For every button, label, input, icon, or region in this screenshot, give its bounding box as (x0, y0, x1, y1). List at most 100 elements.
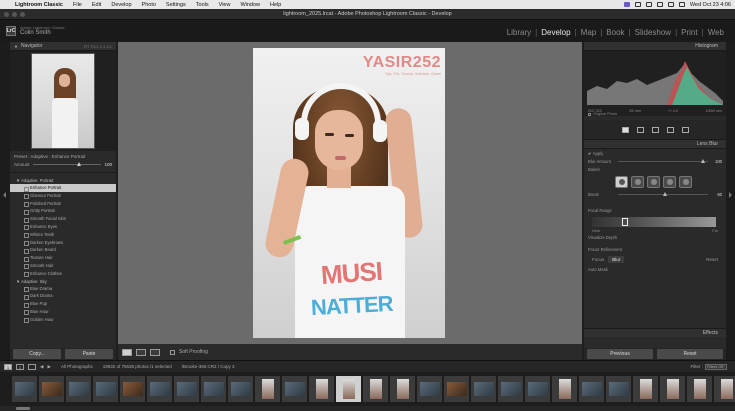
filmstrip-thumbnail[interactable] (93, 376, 118, 402)
edit-sliders-icon[interactable] (621, 126, 629, 133)
filmstrip-thumbnail[interactable] (471, 376, 496, 402)
menu-settings[interactable]: Settings (161, 2, 191, 8)
filmstrip-thumbnail[interactable] (120, 376, 145, 402)
menu-view[interactable]: View (214, 2, 236, 8)
filter-dropdown[interactable]: Filters Off (705, 363, 727, 370)
boost-value[interactable]: 50 (717, 192, 722, 197)
filmstrip-thumbnail[interactable] (336, 376, 361, 402)
menu-develop[interactable]: Develop (106, 2, 136, 8)
preset-item[interactable]: Gritty Portrait (10, 207, 116, 215)
filmstrip-thumbnail[interactable] (390, 376, 415, 402)
preset-item[interactable]: Darken Eyebrows (10, 239, 116, 247)
filmstrip-file[interactable]: /Brooke-360.CR2 / Copy 3 (182, 364, 235, 369)
image-canvas[interactable]: MUSI NATTER YASIR252 Tips, Trik, Tutoria… (118, 42, 582, 344)
slider-knob[interactable] (77, 162, 82, 166)
module-web[interactable]: Web (707, 28, 725, 37)
soft-proofing-checkbox[interactable] (170, 349, 175, 355)
grid-view-icon[interactable] (28, 363, 36, 370)
search-icon[interactable] (667, 2, 674, 7)
filmstrip-page-2[interactable]: 2 (16, 363, 24, 370)
preset-group[interactable]: ▼ Adaptive: Portrait (10, 177, 116, 184)
forward-arrow-icon[interactable]: ▶ (47, 364, 50, 370)
filmstrip-thumbnail[interactable] (606, 376, 631, 402)
preset-item[interactable]: Blue Hour (10, 308, 116, 316)
filmstrip-thumbnail[interactable] (660, 376, 685, 402)
filmstrip-thumbnail[interactable] (363, 376, 388, 402)
copy-button[interactable]: Copy... (13, 349, 61, 359)
right-panel-toggle[interactable] (726, 42, 735, 360)
masking-icon[interactable] (681, 126, 689, 133)
navigator-zoom-options[interactable]: FIT FILL 1:1 3:1 (84, 44, 112, 49)
preset-item[interactable]: Dark Drama (10, 292, 116, 300)
menu-edit[interactable]: Edit (87, 2, 106, 8)
refine-reset[interactable]: Reset (702, 256, 722, 263)
filmstrip-source[interactable]: All Photographs (61, 364, 93, 369)
filmstrip-scroll-thumb[interactable] (16, 407, 30, 410)
filmstrip-page-1[interactable]: 1 (4, 363, 12, 370)
filmstrip-thumbnail[interactable] (444, 376, 469, 402)
healing-icon[interactable] (651, 126, 659, 133)
bokeh-circle-button[interactable] (615, 176, 628, 188)
filmstrip-thumbnail[interactable] (228, 376, 253, 402)
before-after-icon[interactable] (136, 348, 146, 356)
preset-item[interactable]: Whiten Teeth (10, 231, 116, 239)
photo[interactable]: MUSI NATTER YASIR252 Tips, Trik, Tutoria… (253, 48, 445, 338)
menu-window[interactable]: Window (235, 2, 265, 8)
filmstrip-thumbnail[interactable] (255, 376, 280, 402)
navigator-thumbnail[interactable] (31, 53, 95, 149)
tab-blur[interactable]: Blur (608, 256, 625, 263)
boost-knob[interactable] (663, 192, 667, 196)
filmstrip-thumbnail[interactable] (12, 376, 37, 402)
filmstrip-thumbnail[interactable] (282, 376, 307, 402)
blur-amount-slider[interactable] (618, 159, 708, 163)
before-after-toggle-icon[interactable] (150, 348, 160, 356)
blur-amount-knob[interactable] (700, 159, 705, 163)
apply-row[interactable]: ✔ Apply (588, 149, 722, 157)
bokeh-ring-button[interactable] (663, 176, 676, 188)
preset-item[interactable]: Enhance Clothes (10, 270, 116, 278)
module-slideshow[interactable]: Slideshow (634, 28, 672, 37)
battery-icon[interactable] (645, 2, 652, 7)
back-arrow-icon[interactable]: ◀ (40, 364, 43, 370)
wifi-icon[interactable] (656, 2, 663, 7)
menu-file[interactable]: File (68, 2, 87, 8)
original-photo-checkbox[interactable] (588, 112, 591, 116)
preset-item[interactable]: Glamour Portrait (10, 192, 116, 200)
blur-amount-value[interactable]: 100 (715, 159, 722, 164)
preset-group[interactable]: ▼ Adaptive: Sky (10, 278, 116, 285)
preset-amount-value[interactable]: 100 (104, 162, 112, 167)
module-library[interactable]: Library (506, 28, 532, 37)
minimize-window-button[interactable] (12, 12, 17, 17)
paste-button[interactable]: Paste (65, 349, 113, 359)
menu-app[interactable]: Lightroom Classic (10, 2, 68, 8)
preset-item[interactable]: Blue Drama (10, 285, 116, 293)
menu-help[interactable]: Help (265, 2, 286, 8)
preset-item[interactable]: Blue Pop (10, 300, 116, 308)
filmstrip-thumbnail[interactable] (498, 376, 523, 402)
close-window-button[interactable] (4, 12, 9, 17)
auto-mask-row[interactable]: Auto Mask (588, 265, 722, 273)
menu-tools[interactable]: Tools (191, 2, 214, 8)
crop-icon[interactable] (636, 126, 644, 133)
effects-header[interactable]: Effects (584, 328, 726, 337)
bokeh-cat-eye-button[interactable] (679, 176, 692, 188)
filmstrip-thumbnail[interactable] (147, 376, 172, 402)
module-develop[interactable]: Develop (540, 28, 571, 37)
preset-item[interactable]: Smooth Hair (10, 262, 116, 270)
preset-item[interactable]: Texture Hair (10, 254, 116, 262)
bokeh-blade-button[interactable] (647, 176, 660, 188)
filmstrip-thumbnail[interactable] (309, 376, 334, 402)
filmstrip-thumbnail[interactable] (525, 376, 550, 402)
focal-range-window[interactable] (622, 218, 628, 226)
filmstrip-thumbnail[interactable] (552, 376, 577, 402)
focus-refinement-row[interactable]: Focus Refinement (588, 245, 722, 253)
module-map[interactable]: Map (580, 28, 598, 37)
app-status-icon[interactable] (623, 2, 630, 7)
preset-item[interactable]: Polished Portrait (10, 200, 116, 208)
menubar-clock[interactable]: Wed Oct 23 4:06 (690, 2, 731, 8)
bokeh-bubble-button[interactable] (631, 176, 644, 188)
focal-range-bar[interactable] (592, 217, 716, 227)
lens-blur-header[interactable]: Lens Blur (584, 140, 726, 149)
filmstrip-thumbnail[interactable] (39, 376, 64, 402)
filmstrip-thumbnail[interactable] (201, 376, 226, 402)
